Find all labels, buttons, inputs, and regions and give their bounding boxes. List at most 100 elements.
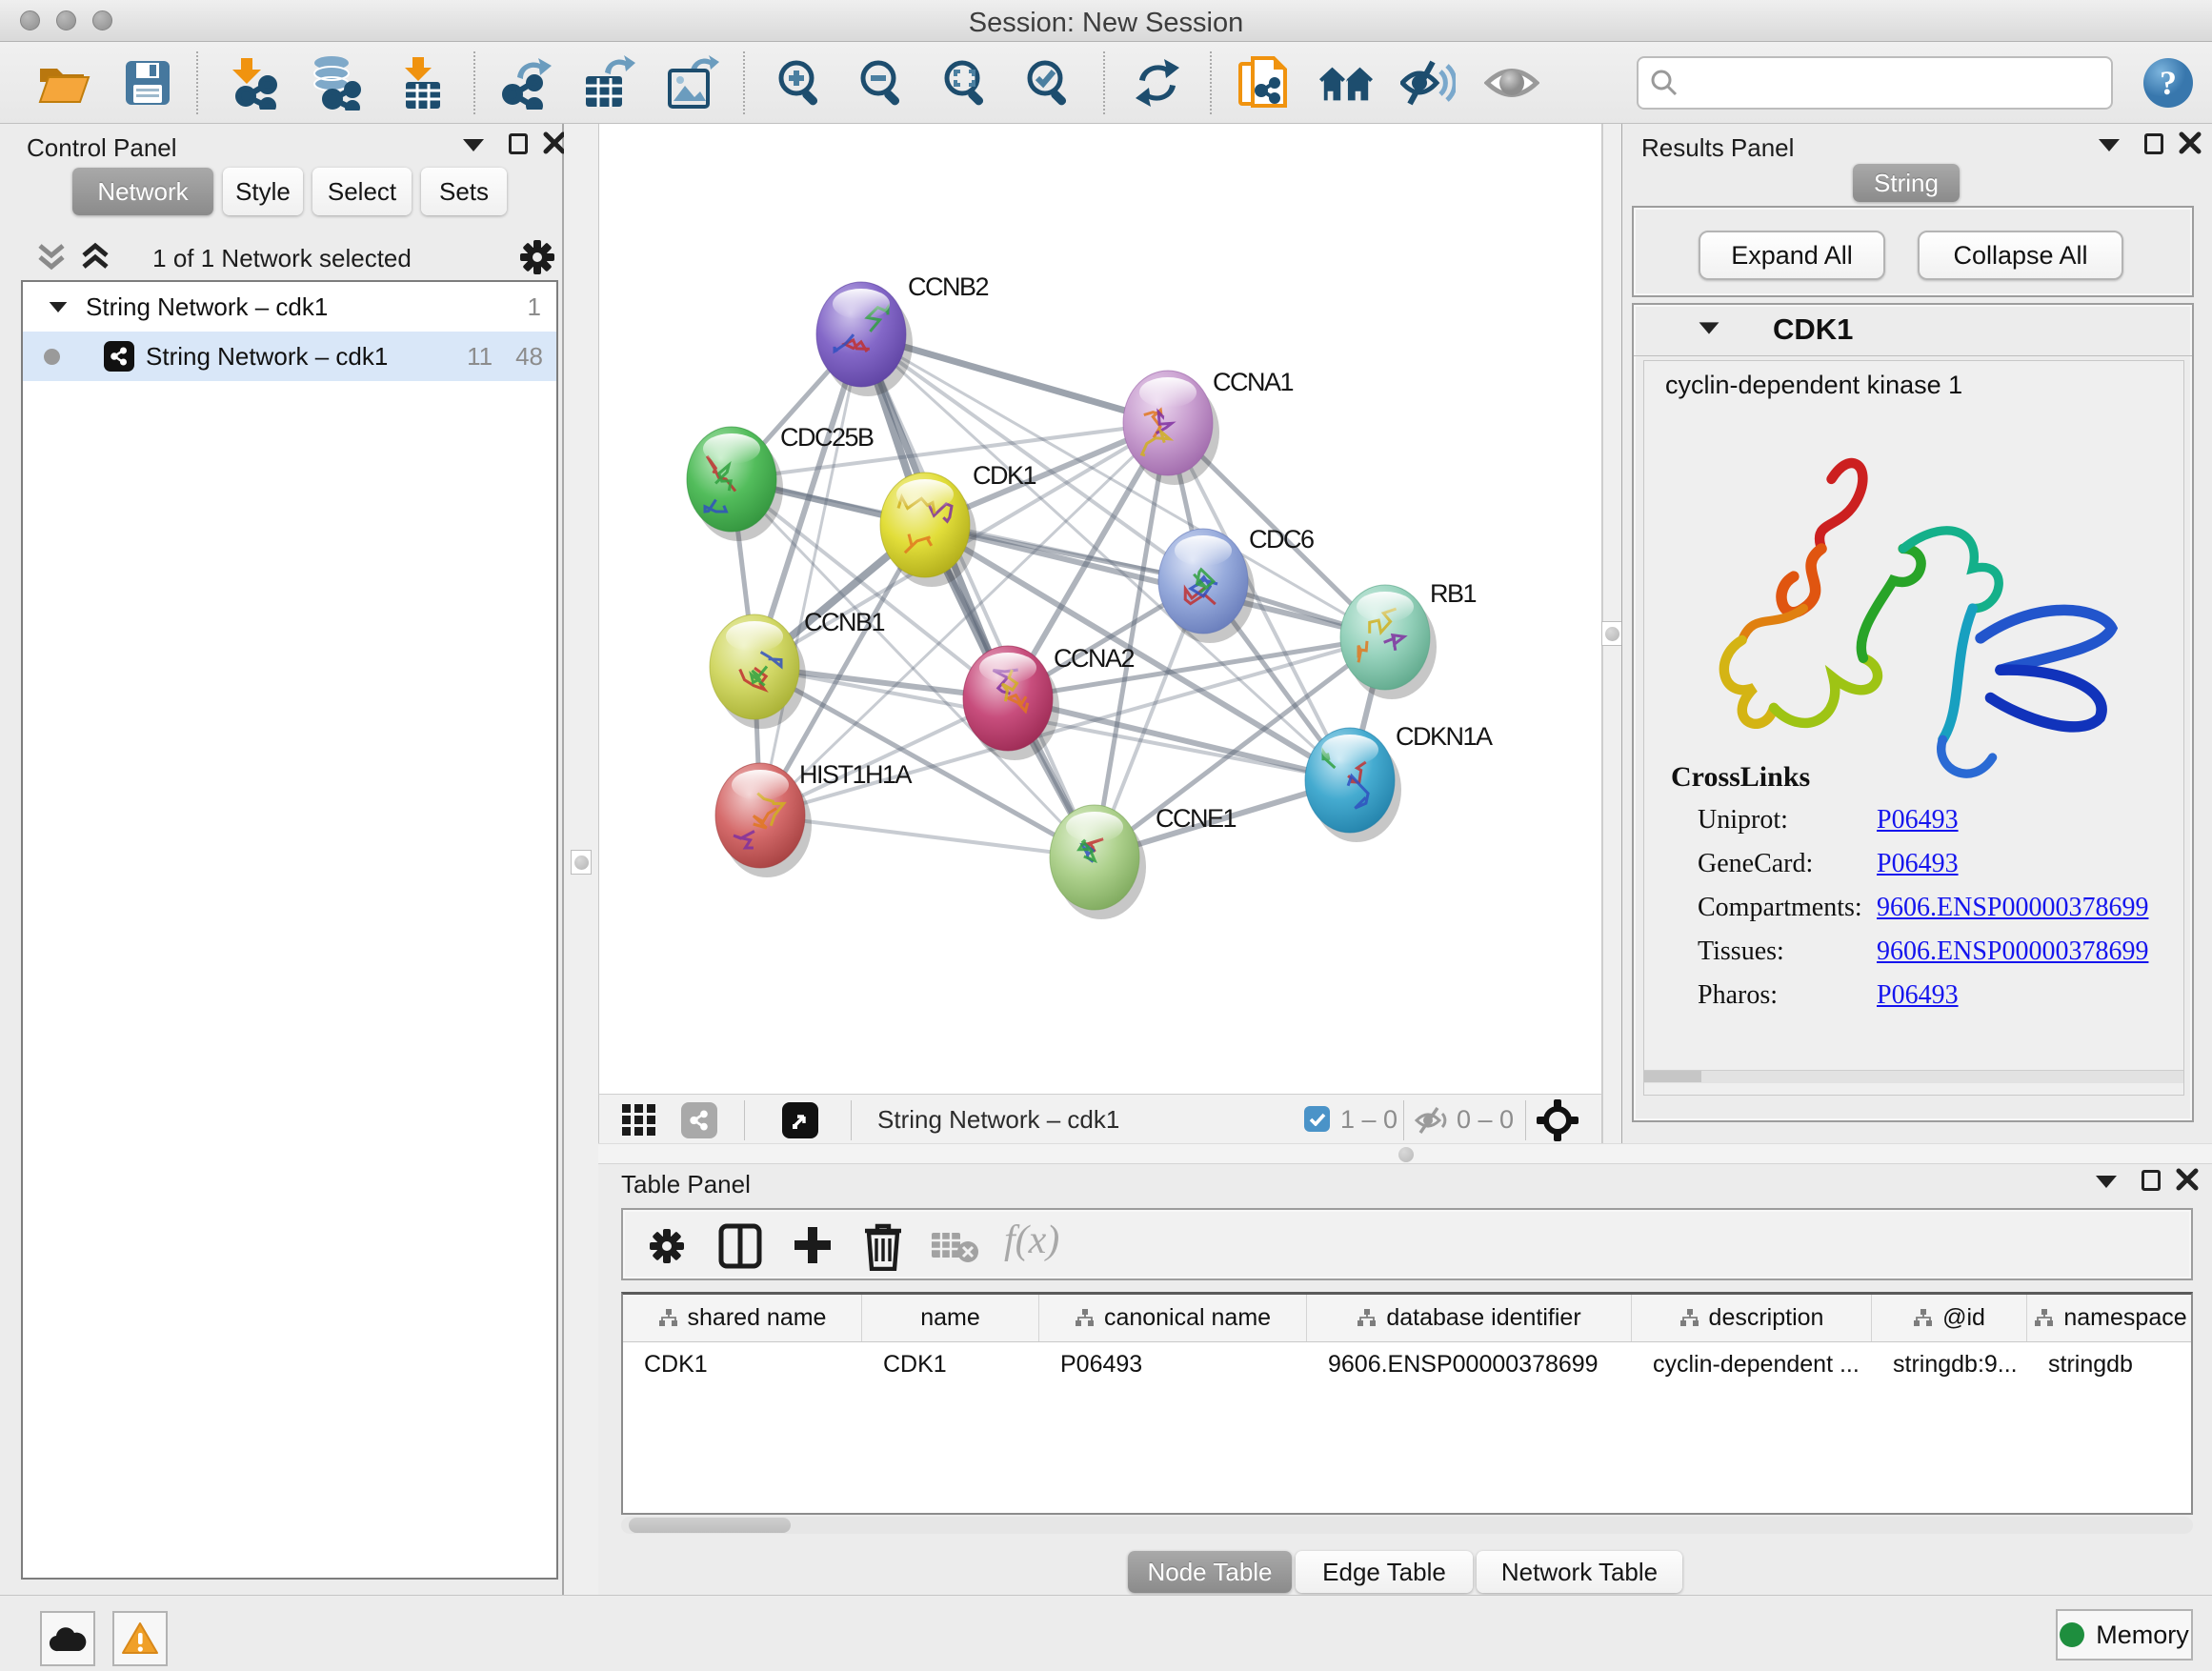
crosslink-link-compartments[interactable]: 9606.ENSP00000378699 <box>1877 893 2148 923</box>
clone-network-button[interactable] <box>1237 55 1292 111</box>
tab-style[interactable]: Style <box>223 168 303 215</box>
table-cell[interactable]: stringdb:9... <box>1872 1342 2027 1386</box>
results-panel-close-icon[interactable] <box>2179 131 2202 154</box>
collapse-all-button[interactable]: Collapse All <box>1918 231 2123 280</box>
edge-CDK1-RB1[interactable] <box>925 525 1385 637</box>
node-CCNA2[interactable]: CCNA2 <box>963 644 1135 760</box>
show-columns-icon[interactable] <box>718 1223 762 1269</box>
tab-edge-table[interactable]: Edge Table <box>1296 1551 1473 1593</box>
table-options-gear-icon[interactable] <box>646 1225 688 1267</box>
network-options-gear-icon[interactable] <box>516 236 558 278</box>
apply-layout-button[interactable] <box>1130 55 1185 111</box>
results-panel-menu-caret-icon[interactable] <box>2099 139 2120 151</box>
tab-node-table[interactable]: Node Table <box>1128 1551 1292 1593</box>
column-header-shared-name[interactable]: shared name <box>623 1295 862 1341</box>
control-panel-close-icon[interactable] <box>543 131 566 154</box>
node-CCNA1[interactable]: CCNA1 <box>1123 368 1294 485</box>
horizontal-splitter-handle[interactable] <box>1398 1147 1414 1162</box>
zoom-out-button[interactable] <box>855 55 911 111</box>
tab-network[interactable]: Network <box>72 168 213 215</box>
table-cell[interactable]: CDK1 <box>623 1342 862 1386</box>
import-network-from-database-button[interactable] <box>309 55 364 111</box>
node-CCNB2[interactable]: CCNB2 <box>816 272 989 396</box>
gene-header-row[interactable]: CDK1 <box>1634 305 2192 356</box>
cloud-button[interactable] <box>40 1611 95 1666</box>
table-panel-close-icon[interactable] <box>2176 1168 2199 1191</box>
table-cell[interactable]: CDK1 <box>862 1342 1039 1386</box>
table-hscroll-thumb[interactable] <box>629 1518 791 1533</box>
zoom-fit-button[interactable] <box>939 55 995 111</box>
import-table-from-file-button[interactable] <box>394 55 450 111</box>
gene-collapse-caret-icon[interactable] <box>1699 322 1719 333</box>
results-scroll-thumb[interactable] <box>1644 1071 1701 1082</box>
crosslink-link-tissues[interactable]: 9606.ENSP00000378699 <box>1877 936 2148 967</box>
string-home-button[interactable] <box>1318 55 1374 111</box>
horizontal-splitter[interactable] <box>598 1143 2212 1164</box>
tree-expand-caret-icon[interactable] <box>50 301 68 312</box>
network-canvas[interactable]: CCNB2CCNA1CDC25BCDK1CDC6RB1CCNB1CCNA2CDK… <box>598 124 1602 1094</box>
results-panel-float-icon[interactable] <box>2144 133 2163 154</box>
network-row-selected[interactable]: String Network – cdk1 11 48 <box>23 332 556 381</box>
right-splitter[interactable] <box>1602 124 1621 1143</box>
network-collection-row[interactable]: String Network – cdk1 1 <box>23 282 556 332</box>
crosslink-link-genecard[interactable]: P06493 <box>1877 849 1959 879</box>
selected-items-checkbox[interactable] <box>1304 1106 1330 1132</box>
network-graph[interactable]: CCNB2CCNA1CDC25BCDK1CDC6RB1CCNB1CCNA2CDK… <box>599 124 1603 1094</box>
column-header-id[interactable]: @id <box>1872 1295 2027 1341</box>
grid-view-icon[interactable] <box>622 1104 656 1137</box>
crosslink-link-pharos[interactable]: P06493 <box>1877 980 1959 1011</box>
column-header-description[interactable]: description <box>1632 1295 1872 1341</box>
search-input[interactable] <box>1688 68 2098 99</box>
table-panel-menu-caret-icon[interactable] <box>2096 1176 2117 1188</box>
table-cell[interactable]: cyclin-dependent ... <box>1632 1342 1872 1386</box>
edge-CCNB2-HIST1H1A[interactable] <box>760 334 861 815</box>
table-cell[interactable]: stringdb <box>2027 1342 2193 1386</box>
column-header-database-identifier[interactable]: database identifier <box>1307 1295 1632 1341</box>
results-scroll-track[interactable] <box>1644 1070 2183 1083</box>
hide-glass-effects-button[interactable] <box>1400 55 1456 111</box>
crosslink-link-uniprot[interactable]: P06493 <box>1877 805 1959 836</box>
table-cell[interactable]: P06493 <box>1039 1342 1307 1386</box>
column-header-canonical-name[interactable]: canonical name <box>1039 1295 1307 1341</box>
memory-button[interactable]: Memory <box>2056 1609 2193 1661</box>
right-splitter-handle[interactable] <box>1601 621 1622 646</box>
tab-string[interactable]: String <box>1853 164 1960 202</box>
node-CDC25B[interactable]: CDC25B <box>687 423 874 541</box>
save-session-button[interactable] <box>120 55 175 111</box>
delete-column-trash-icon[interactable] <box>863 1221 903 1271</box>
center-view-crosshair-icon[interactable] <box>1537 1099 1579 1141</box>
tab-network-table[interactable]: Network Table <box>1477 1551 1682 1593</box>
tab-sets[interactable]: Sets <box>421 168 507 215</box>
node-CCNB1[interactable]: CCNB1 <box>710 608 885 729</box>
node-HIST1H1A[interactable]: HIST1H1A <box>715 760 913 877</box>
zoom-selected-button[interactable] <box>1022 55 1077 111</box>
zoom-in-button[interactable] <box>774 55 829 111</box>
node-RB1[interactable]: RB1 <box>1340 579 1477 699</box>
birdseye-view-icon[interactable] <box>782 1102 818 1138</box>
export-image-button[interactable] <box>665 55 720 111</box>
tab-select[interactable]: Select <box>312 168 412 215</box>
node-CDKN1A[interactable]: CDKN1A <box>1305 722 1493 842</box>
left-splitter[interactable] <box>564 124 598 1595</box>
import-network-from-file-button[interactable] <box>229 55 284 111</box>
node-CDK1[interactable]: CDK1 <box>880 461 1036 587</box>
expand-all-button[interactable]: Expand All <box>1699 231 1885 280</box>
left-splitter-handle[interactable] <box>571 850 592 875</box>
table-hscrollbar[interactable] <box>621 1517 2193 1534</box>
show-graphics-details-button[interactable] <box>1484 55 1539 111</box>
column-header-namespace[interactable]: namespace <box>2027 1295 2193 1341</box>
column-header-name[interactable]: name <box>862 1295 1039 1341</box>
help-button[interactable]: ? <box>2142 56 2195 114</box>
share-view-icon[interactable] <box>681 1102 717 1138</box>
warnings-button[interactable] <box>112 1611 168 1666</box>
table-cell[interactable]: 9606.ENSP00000378699 <box>1307 1342 1632 1386</box>
search-field[interactable] <box>1637 56 2113 110</box>
export-table-button[interactable] <box>581 55 636 111</box>
export-network-button[interactable] <box>499 55 554 111</box>
open-session-button[interactable] <box>36 55 91 111</box>
create-column-plus-icon[interactable] <box>791 1223 835 1269</box>
control-panel-float-icon[interactable] <box>509 133 528 154</box>
table-row[interactable]: CDK1CDK1P064939606.ENSP00000378699cyclin… <box>623 1342 2191 1386</box>
table-panel-float-icon[interactable] <box>2142 1170 2161 1191</box>
control-panel-menu-caret-icon[interactable] <box>463 139 484 151</box>
